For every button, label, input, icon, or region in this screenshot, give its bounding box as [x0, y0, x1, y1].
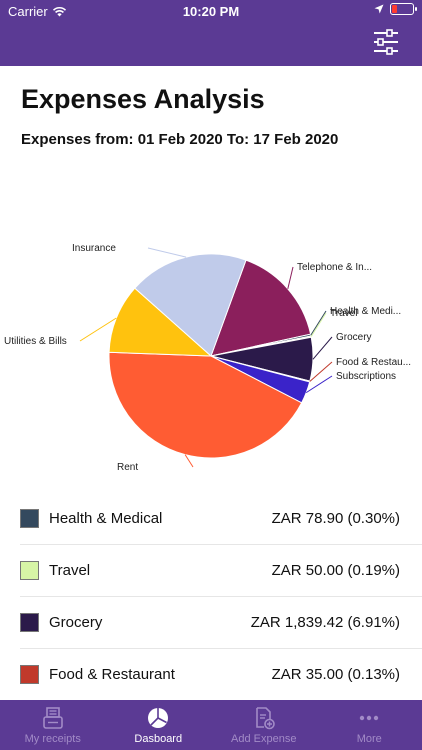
legend-amount: ZAR 78.90 (0.30%) [271, 510, 400, 527]
tab-dashboard[interactable]: Dasboard [106, 700, 212, 750]
location-arrow-icon [374, 4, 384, 14]
pie-leader-line [310, 310, 327, 336]
pie-slice-label: Travel [330, 308, 357, 319]
tab-label: Add Expense [231, 733, 297, 745]
tab-label: Dasboard [134, 733, 183, 745]
bottom-tab-bar: My receipts Dasboard Add Expense More [0, 700, 422, 750]
legend-amount: ZAR 1,839.42 (6.91%) [250, 614, 400, 631]
page-title: Expenses Analysis [21, 84, 265, 114]
legend-swatch [20, 665, 39, 684]
legend-label: Travel [49, 562, 91, 579]
pie-leader-line [287, 266, 294, 289]
tab-more[interactable]: More [317, 700, 422, 750]
tab-label: My receipts [24, 733, 81, 745]
legend-amount: ZAR 50.00 (0.19%) [271, 562, 400, 579]
pie-chart-icon [148, 708, 169, 728]
legend-label: Health & Medical [49, 510, 163, 527]
expense-legend-list: Health & Medical ZAR 78.90 (0.30%) Trave… [20, 493, 422, 700]
legend-row-food-restaurant[interactable]: Food & Restaurant ZAR 35.00 (0.13%) [20, 649, 422, 700]
tab-my-receipts[interactable]: My receipts [0, 700, 106, 750]
tab-label: More [356, 733, 382, 745]
legend-swatch [20, 509, 39, 528]
legend-swatch [20, 561, 39, 580]
app-header: Carrier 10:20 PM [0, 0, 422, 66]
legend-row-health-medical[interactable]: Health & Medical ZAR 78.90 (0.30%) [20, 493, 422, 545]
filter-sliders-icon[interactable] [372, 29, 400, 55]
pie-slice-label: Utilities & Bills [4, 336, 67, 347]
legend-label: Grocery [49, 614, 103, 631]
legend-swatch [20, 613, 39, 632]
status-bar: Carrier 10:20 PM [0, 0, 422, 22]
legend-label: Food & Restaurant [49, 666, 175, 683]
date-range-subtitle: Expenses from: 01 Feb 2020 To: 17 Feb 20… [21, 131, 339, 148]
legend-row-travel[interactable]: Travel ZAR 50.00 (0.19%) [20, 545, 422, 597]
expenses-pie-chart: Telephone & In...Health & Medi...TravelG… [4, 243, 411, 473]
add-document-icon [255, 707, 275, 730]
clock: 10:20 PM [182, 4, 240, 19]
pie-slice-label: Rent [117, 462, 138, 473]
more-dots-icon [360, 715, 379, 721]
tab-add-expense[interactable]: Add Expense [211, 700, 317, 750]
legend-amount: ZAR 35.00 (0.13%) [271, 666, 400, 683]
pie-leader-line [312, 336, 333, 360]
pie-slice-label: Grocery [336, 332, 372, 343]
pie-slice-label: Subscriptions [336, 371, 396, 382]
battery-icon [390, 3, 417, 15]
legend-row-grocery[interactable]: Grocery ZAR 1,839.42 (6.91%) [20, 597, 422, 649]
pie-slice-label: Food & Restau... [336, 357, 411, 368]
pie-leader-line [310, 312, 327, 337]
receipt-icon [42, 707, 63, 729]
pie-leader-line [147, 247, 187, 258]
status-right [374, 3, 417, 15]
pie-slice-label: Telephone & In... [297, 262, 372, 273]
pie-slice-label: Insurance [72, 243, 116, 254]
